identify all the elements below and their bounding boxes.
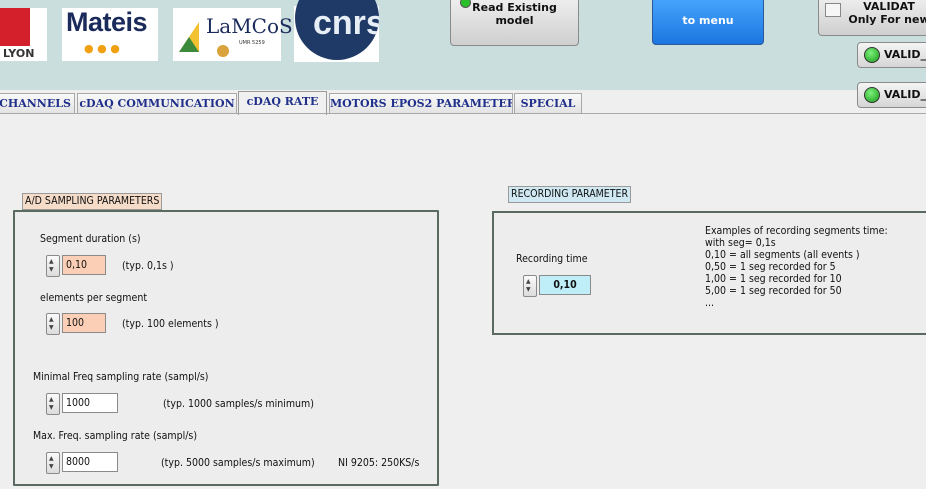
cnrs-logo: cnrs — [294, 0, 379, 62]
recording-time-input[interactable]: 0,10 — [539, 275, 591, 295]
recording-time-spinner[interactable]: ▲ ▼ — [523, 275, 537, 297]
read-button-label-1: Read Existing — [472, 1, 557, 14]
tab-special[interactable]: SPECIAL — [514, 93, 582, 114]
max-freq-label: Max. Freq. sampling rate (sampl/s) — [33, 430, 198, 442]
validate-label-2: Only For new — [848, 13, 926, 26]
header-banner: LYON Mateis ● ● ● LaMCoS UMR 5259 cnrs R… — [0, 0, 926, 90]
tab-cdaq-communication[interactable]: cDAQ COMMUNICATION — [77, 93, 237, 114]
mateis-logo: Mateis ● ● ● — [62, 7, 158, 61]
min-freq-label: Minimal Freq sampling rate (sampl/s) — [33, 371, 209, 383]
recording-time-label: Recording time — [516, 253, 588, 265]
valid-e-button[interactable]: VALID_E — [857, 82, 926, 108]
segment-duration-spinner[interactable]: ▲ ▼ — [46, 255, 60, 277]
examples-line: 0,10 = all segments (all events ) — [705, 249, 860, 261]
min-freq-hint: (typ. 1000 samples/s minimum) — [163, 398, 314, 410]
validate-label-1: VALIDAT — [863, 0, 915, 13]
examples-line: ... — [705, 297, 714, 309]
validate-button[interactable]: VALIDAT Only For new — [818, 0, 926, 36]
tab-bar: CHANNELS cDAQ COMMUNICATION cDAQ RATE MO… — [0, 91, 855, 115]
read-existing-model-button[interactable]: Read Existing model — [450, 0, 579, 46]
insa-logo: LYON — [0, 8, 47, 61]
to-menu-label: to menu — [682, 14, 734, 27]
min-freq-spinner[interactable]: ▲ ▼ — [46, 393, 60, 415]
ad-sampling-panel: Segment duration (s) ▲ ▼ 0,10 (typ. 0,1s … — [13, 210, 439, 486]
tab-divider — [0, 113, 926, 114]
green-led-icon — [864, 87, 880, 103]
lamcos-logo: LaMCoS UMR 5259 — [173, 8, 293, 61]
valid-e-label: VALID_E — [884, 88, 926, 101]
elements-per-segment-label: elements per segment — [40, 292, 148, 304]
valid-c-button[interactable]: VALID_c — [857, 42, 926, 68]
tab-channels[interactable]: CHANNELS — [0, 93, 75, 114]
recording-parameter-panel: Recording time ▲ ▼ 0,10 Examples of recor… — [492, 211, 926, 335]
examples-line: Examples of recording segments time: — [705, 225, 888, 237]
recording-parameter-title: RECORDING PARAMETER — [508, 186, 632, 203]
examples-line: 5,00 = 1 seg recorded for 50 — [705, 285, 842, 297]
ni-9205-note: NI 9205: 250KS/s — [338, 457, 420, 469]
max-freq-input[interactable]: 8000 — [62, 452, 118, 472]
max-freq-hint: (typ. 5000 samples/s maximum) — [161, 457, 315, 469]
min-freq-input[interactable]: 1000 — [62, 393, 118, 413]
examples-line: 1,00 = 1 seg recorded for 10 — [705, 273, 842, 285]
segment-duration-hint: (typ. 0,1s ) — [122, 260, 174, 272]
read-button-label-2: model — [495, 14, 534, 27]
elements-spinner[interactable]: ▲ ▼ — [46, 313, 60, 335]
tab-cdaq-rate[interactable]: cDAQ RATE — [238, 91, 327, 115]
valid-c-label: VALID_c — [884, 48, 926, 61]
to-menu-button[interactable]: to menu — [652, 0, 764, 45]
examples-line: with seg= 0,1s — [705, 237, 776, 249]
ad-sampling-title: A/D SAMPLING PARAMETERS — [22, 193, 163, 210]
segment-duration-label: Segment duration (s) — [40, 233, 141, 245]
elements-per-segment-input[interactable]: 100 — [62, 313, 106, 333]
tab-motors-epos2-parameters[interactable]: MOTORS EPOS2 PARAMETERS — [329, 93, 513, 114]
examples-line: 0,50 = 1 seg recorded for 5 — [705, 261, 836, 273]
elements-per-segment-hint: (typ. 100 elements ) — [122, 318, 219, 330]
recording-examples: Examples of recording segments time: wit… — [705, 225, 888, 309]
max-freq-spinner[interactable]: ▲ ▼ — [46, 452, 60, 474]
green-led-icon — [864, 47, 880, 63]
segment-duration-input[interactable]: 0,10 — [62, 255, 106, 275]
